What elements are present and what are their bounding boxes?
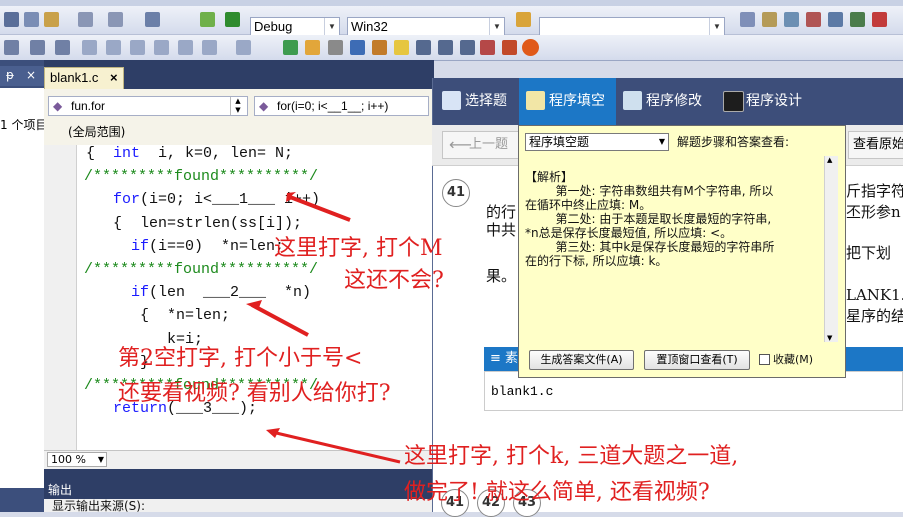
annotation-arrows <box>246 192 401 464</box>
arrow-to-blank-1-shaft <box>289 195 351 222</box>
annotation-1-line-2: 这还不会? <box>344 268 444 293</box>
annotation-2-line-2: 还要看视频? 看别人给你打? <box>118 381 391 406</box>
annotation-2-line-1: 第2空打字, 打个小于号< <box>118 346 363 371</box>
annotation-3-line-1: 这里打字, 打个k, 三道大题之一道, <box>404 444 739 469</box>
annotation-3-line-2: 做完了! 就这么简单, 还看视频? <box>404 480 710 505</box>
arrow-to-blank-3-shaft <box>271 430 401 464</box>
annotation-1-line-1: 这里打字, 打个M <box>274 236 443 261</box>
arrow-to-blank-2-shaft <box>251 303 309 337</box>
